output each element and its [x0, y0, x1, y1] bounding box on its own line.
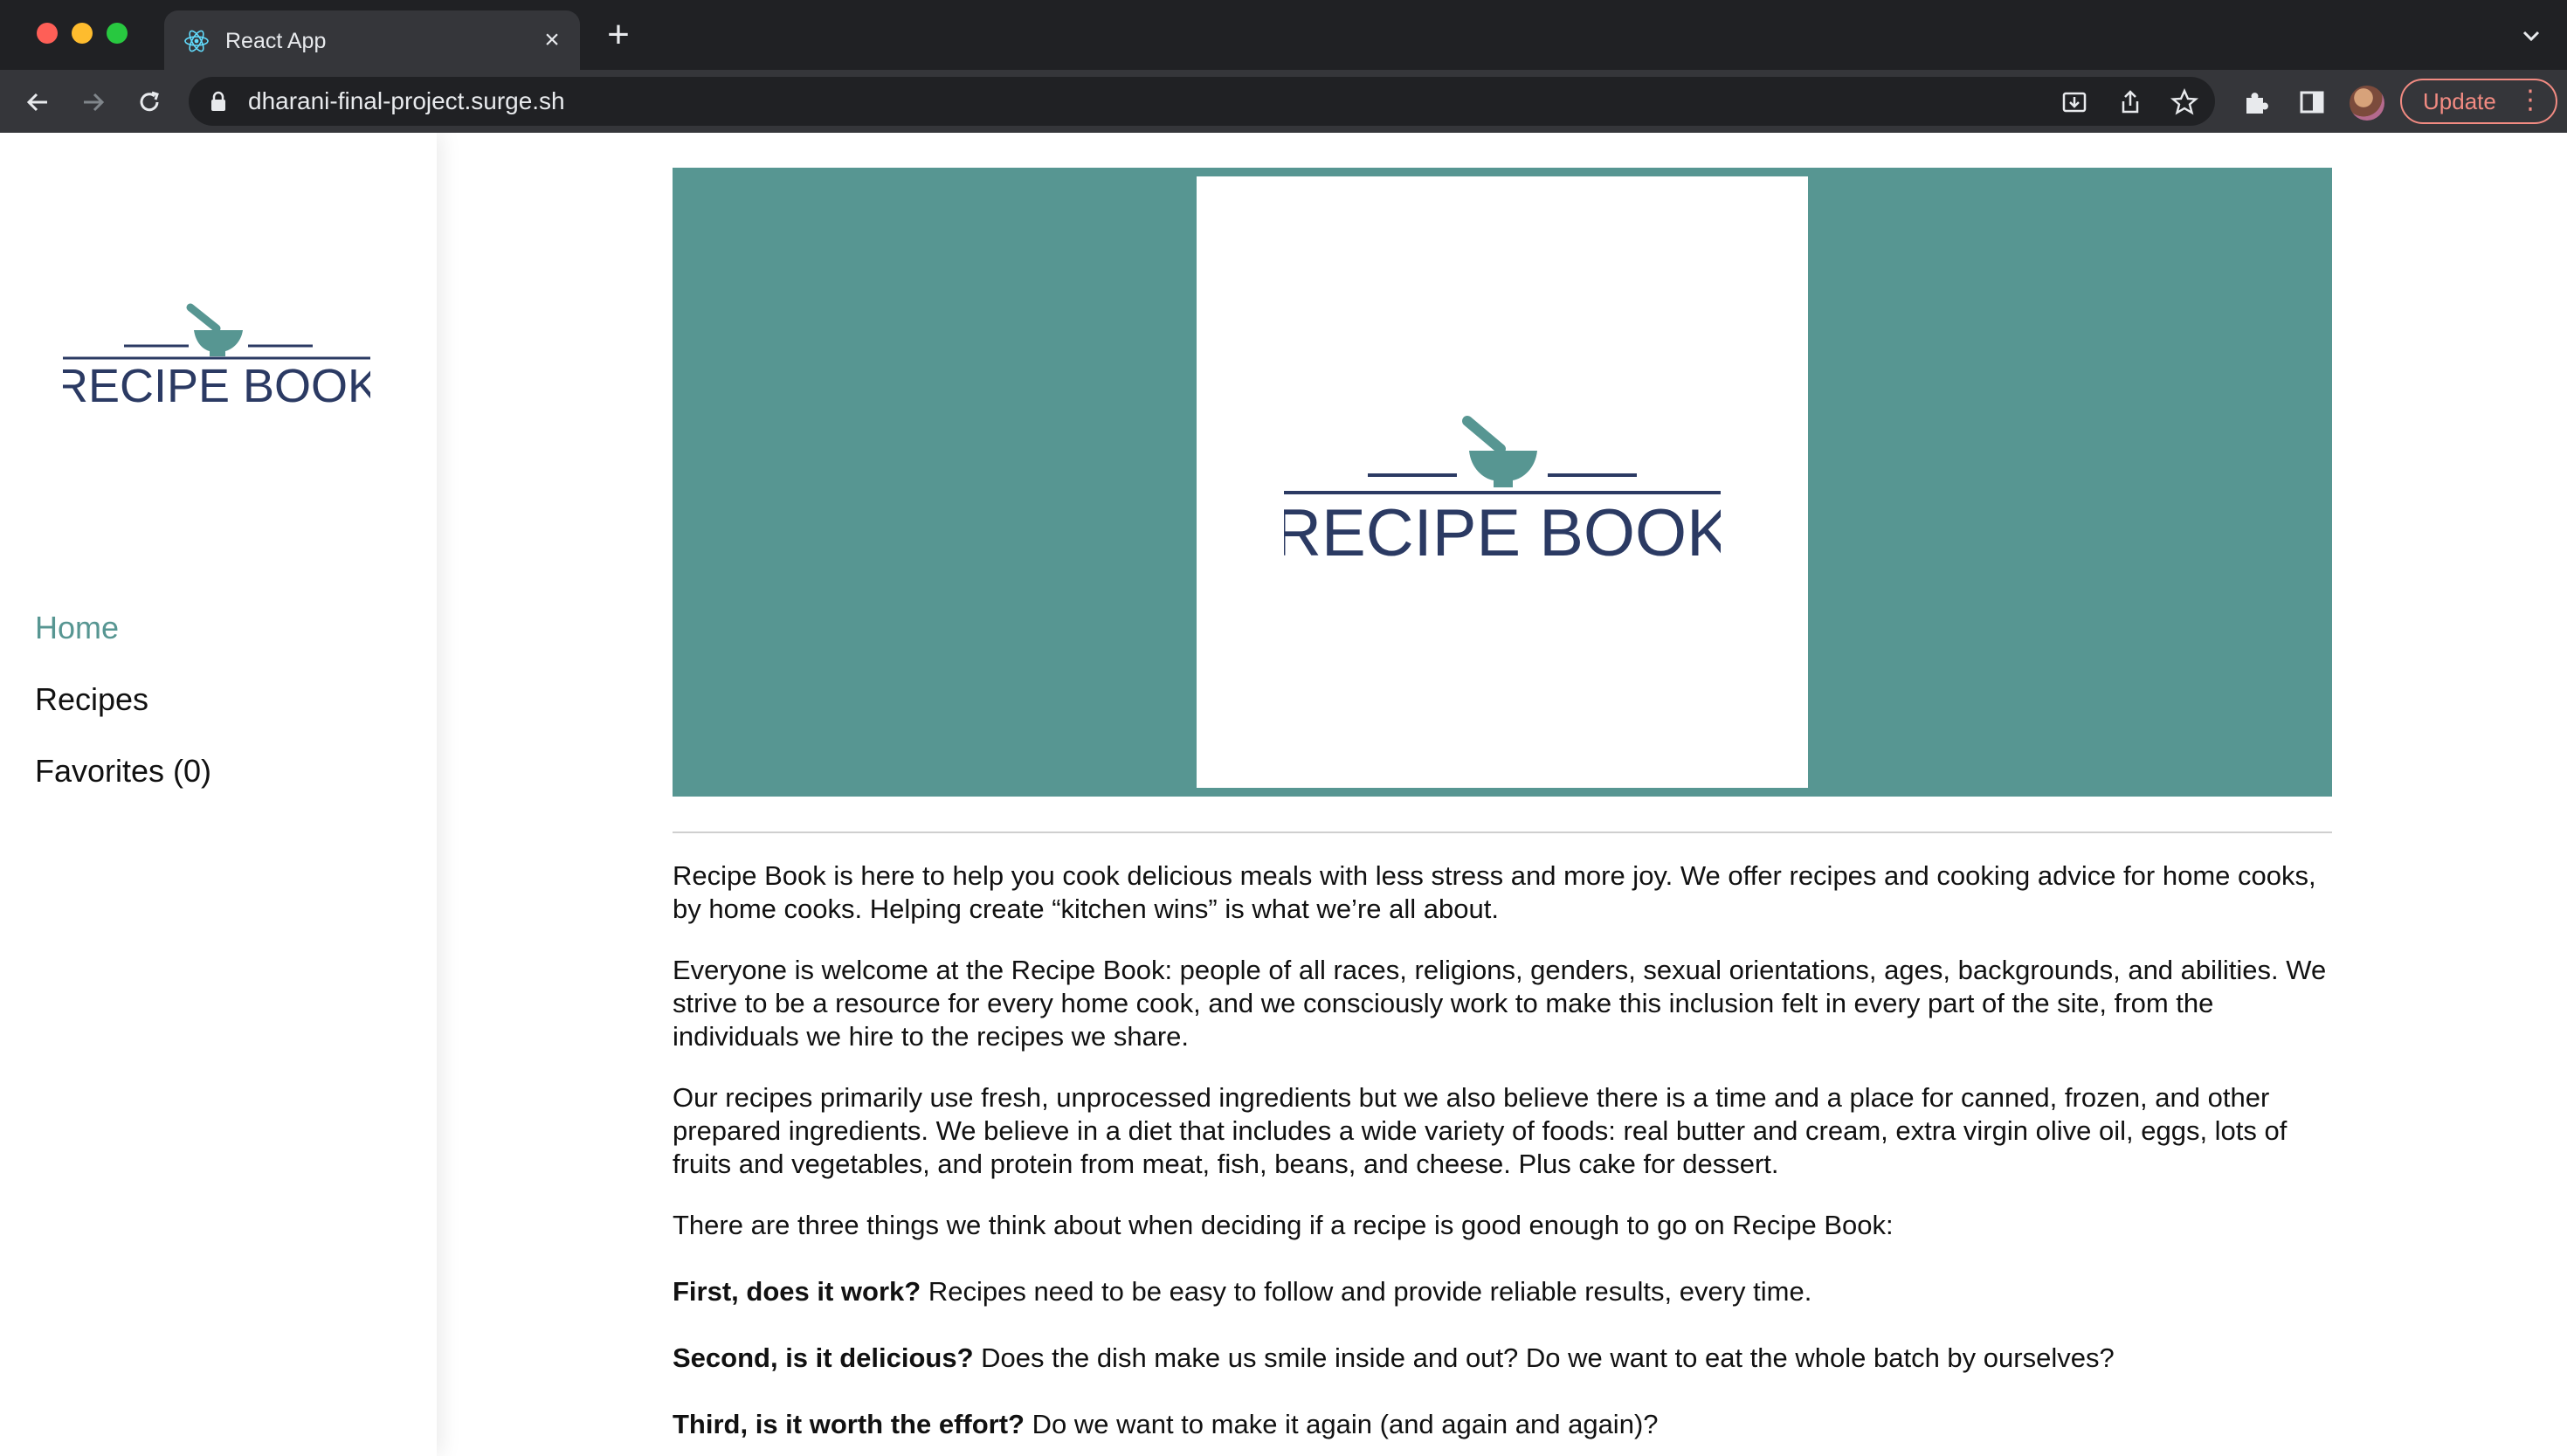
main-content: RECIPE BOOK Recipe Book is here to help …	[673, 168, 2332, 1456]
criteria-first-text: Recipes need to be easy to follow and pr…	[921, 1276, 1812, 1307]
browser-tab[interactable]: React App ×	[164, 10, 580, 70]
reload-icon[interactable]	[133, 86, 166, 119]
minimize-window-button[interactable]	[72, 23, 93, 44]
side-panel-icon[interactable]	[2297, 87, 2327, 117]
hero-logo-text: RECIPE BOOK	[1284, 496, 1721, 569]
mortar-pestle-icon	[186, 303, 243, 356]
divider	[673, 832, 2332, 833]
criteria-third-heading: Third, is it worth the effort?	[673, 1409, 1025, 1439]
share-icon[interactable]	[2115, 87, 2145, 117]
hero-recipe-book-logo: RECIPE BOOK	[1284, 416, 1721, 569]
hero-mortar-pestle-icon	[1462, 416, 1537, 487]
lock-icon[interactable]	[210, 91, 227, 112]
extensions-puzzle-icon[interactable]	[2241, 87, 2271, 117]
ingredients-paragraph: Our recipes primarily use fresh, unproce…	[673, 1082, 2288, 1179]
nav-home[interactable]: Home	[35, 609, 211, 680]
criteria-third-text: Do we want to make it again (and again a…	[1024, 1409, 1659, 1439]
criteria-second: Second, is it delicious? Does the dish m…	[673, 1342, 2332, 1375]
tab-title: React App	[225, 29, 327, 53]
criteria-third: Third, is it worth the effort? Do we wan…	[673, 1408, 2332, 1441]
bookmark-star-icon[interactable]	[2170, 87, 2199, 117]
side-logo-text: RECIPE BOOK	[63, 360, 370, 412]
update-button[interactable]: Update ⋮	[2400, 79, 2557, 124]
install-app-icon[interactable]	[2060, 87, 2089, 117]
sidebar-nav: Home Recipes Favorites (0)	[35, 609, 211, 824]
update-label: Update	[2423, 88, 2496, 114]
react-logo-icon	[184, 30, 209, 52]
forward-arrow-icon[interactable]	[77, 86, 110, 119]
nav-recipes[interactable]: Recipes	[35, 680, 211, 752]
page-viewport: RECIPE BOOK Home Recipes Favorites (0) R…	[0, 133, 2567, 1456]
criteria-second-text: Does the dish make us smile inside and o…	[973, 1342, 2115, 1373]
criteria-second-heading: Second, is it delicious?	[673, 1342, 974, 1373]
address-bar[interactable]: dharani-final-project.surge.sh	[189, 77, 2215, 126]
profile-avatar[interactable]	[2350, 86, 2384, 121]
chevron-down-icon[interactable]	[2518, 23, 2544, 49]
sidebar: RECIPE BOOK Home Recipes Favorites (0)	[0, 133, 437, 1456]
url-text[interactable]: dharani-final-project.surge.sh	[248, 88, 565, 114]
browser-tab-strip: React App × +	[0, 0, 2567, 70]
maximize-window-button[interactable]	[107, 23, 128, 44]
criteria-intro: There are three things we think about wh…	[673, 1210, 1894, 1240]
browser-toolbar: dharani-final-project.surge.sh Update ⋮	[0, 70, 2567, 133]
about-text: Recipe Book is here to help you cook del…	[673, 859, 2332, 1441]
close-tab-icon[interactable]: ×	[538, 26, 566, 54]
nav-favorites[interactable]: Favorites (0)	[35, 752, 211, 824]
hero-logo-card: RECIPE BOOK	[1197, 176, 1808, 788]
menu-dots-icon[interactable]: ⋮	[2517, 80, 2543, 121]
back-arrow-icon[interactable]	[21, 86, 54, 119]
recipe-book-logo[interactable]: RECIPE BOOK	[63, 299, 370, 412]
criteria-first: First, does it work? Recipes need to be …	[673, 1275, 2332, 1308]
inclusion-paragraph: Everyone is welcome at the Recipe Book: …	[673, 955, 2327, 1052]
intro-paragraph: Recipe Book is here to help you cook del…	[673, 860, 2316, 924]
hero-banner: RECIPE BOOK	[673, 168, 2332, 797]
criteria-first-heading: First, does it work?	[673, 1276, 921, 1307]
close-window-button[interactable]	[37, 23, 58, 44]
new-tab-button[interactable]: +	[603, 16, 634, 54]
